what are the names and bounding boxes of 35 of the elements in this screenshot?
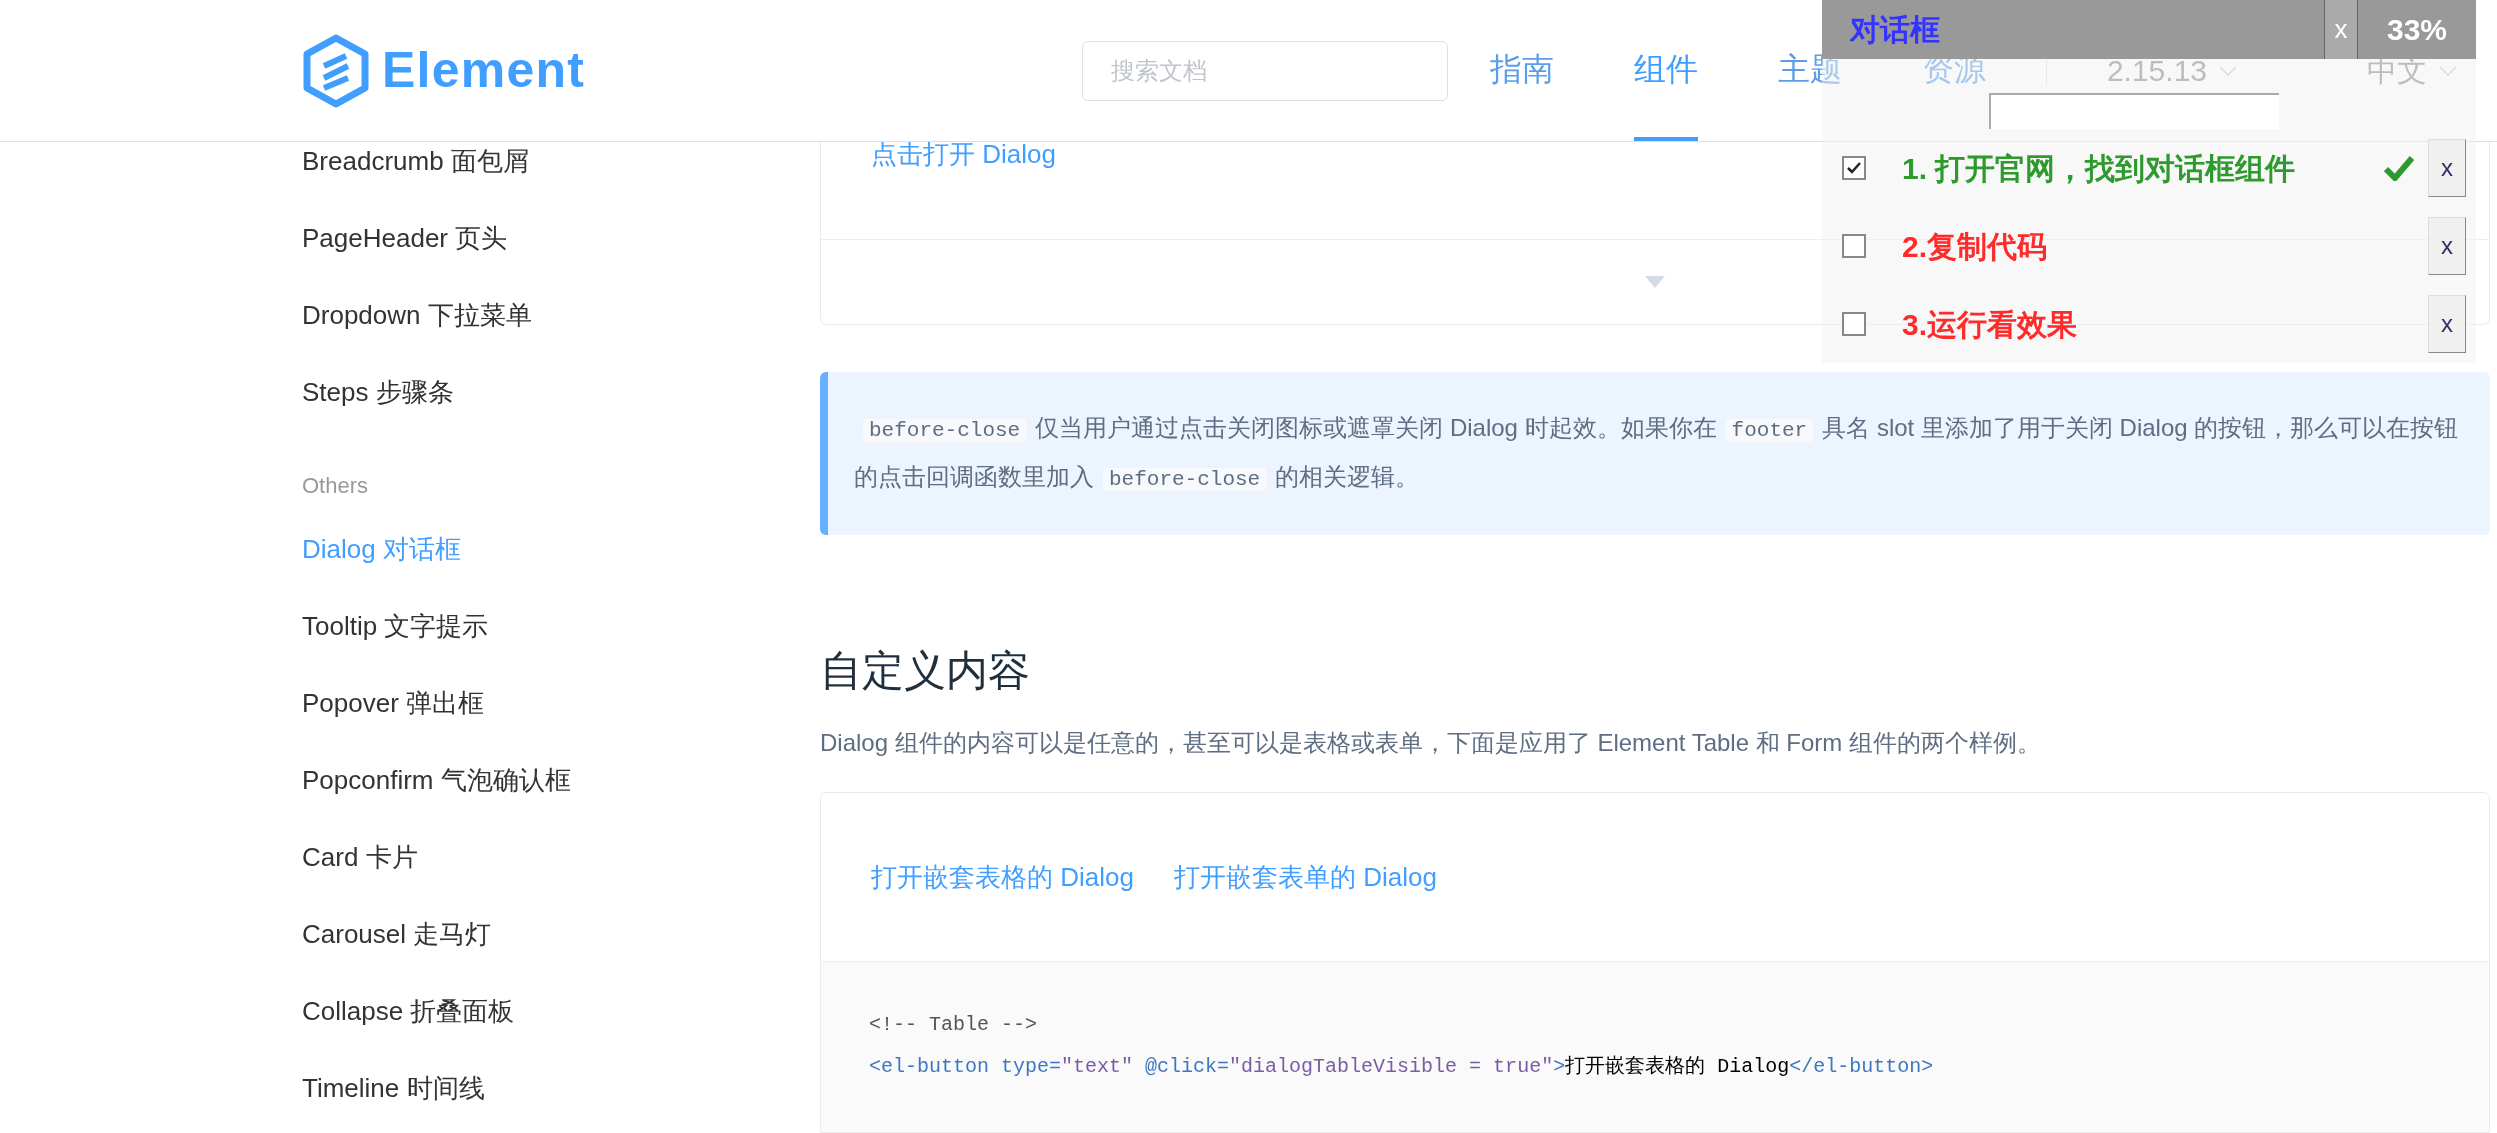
progress-percent: 33% xyxy=(2385,12,2448,48)
task-label: 2.复制代码 xyxy=(1902,228,2048,265)
caret-icon xyxy=(2439,65,2457,76)
sidebar-group-label: Others xyxy=(302,471,370,500)
sidebar-item[interactable]: Card 卡片 xyxy=(302,819,418,896)
tip-text: before-close 仅当用户通过点击关闭图标或遮罩关闭 Dialog 时起效。如果你在 footer 具名 slot 里添加了用于关闭 Dialog 的按钮，那么可以在按钮的点击回调函数里加入 before-close 的相关逻辑。 xyxy=(854,412,2460,494)
delete-button[interactable]: x xyxy=(2428,217,2466,275)
code-line: <el-button type="text" @click="dialogTableVisible = true">打开嵌套表格的 Dialog</el-button> xyxy=(869,1054,1935,1080)
section-heading: 自定义内容 xyxy=(820,646,1031,696)
sidebar-item[interactable]: Carousel 走马灯 xyxy=(302,896,492,973)
sidebar-item[interactable]: Breadcrumb 面包屑 xyxy=(302,142,529,200)
sidebar-item[interactable]: PageHeader 页头 xyxy=(302,200,508,277)
sidebar-item[interactable]: Steps 步骤条 xyxy=(302,354,454,431)
task-label: 3.运行看效果 xyxy=(1902,306,2078,343)
task-checkbox[interactable] xyxy=(1842,312,1866,336)
sidebar-item[interactable]: Popconfirm 气泡确认框 xyxy=(302,742,571,819)
task-checkbox[interactable] xyxy=(1842,156,1866,180)
sidebar-item[interactable]: Dropdown 下拉菜单 xyxy=(302,277,532,354)
sidebar-item[interactable]: Tooltip 文字提示 xyxy=(302,588,489,665)
task-input[interactable] xyxy=(1989,93,2279,129)
sidebar-item[interactable]: Popover 弹出框 xyxy=(302,665,485,742)
delete-button[interactable]: x xyxy=(2428,295,2466,353)
code-line: <!-- Table --> xyxy=(869,1012,1039,1038)
task-label: 1. 打开官网，找到对话框组件 xyxy=(1902,150,2296,187)
search-field[interactable]: 搜索文档 xyxy=(1081,40,1448,101)
overlay-title: 对话框 xyxy=(1850,12,1940,48)
caret-icon xyxy=(2219,65,2237,76)
delete-button[interactable]: x xyxy=(2428,139,2466,197)
sidebar-item[interactable]: Timeline 时间线 xyxy=(302,1050,485,1127)
tick-icon xyxy=(1846,161,1862,175)
task-checkbox[interactable] xyxy=(1842,234,1866,258)
hexagon-logo-icon xyxy=(302,33,370,108)
checkmark-icon xyxy=(2384,155,2414,181)
sidebar-item[interactable]: Collapse 折叠面板 xyxy=(302,973,515,1050)
section-description: Dialog 组件的内容可以是任意的，甚至可以是表格或表单，下面是应用了 Element Table 和 Form 组件的两个样例。 xyxy=(820,728,2043,758)
